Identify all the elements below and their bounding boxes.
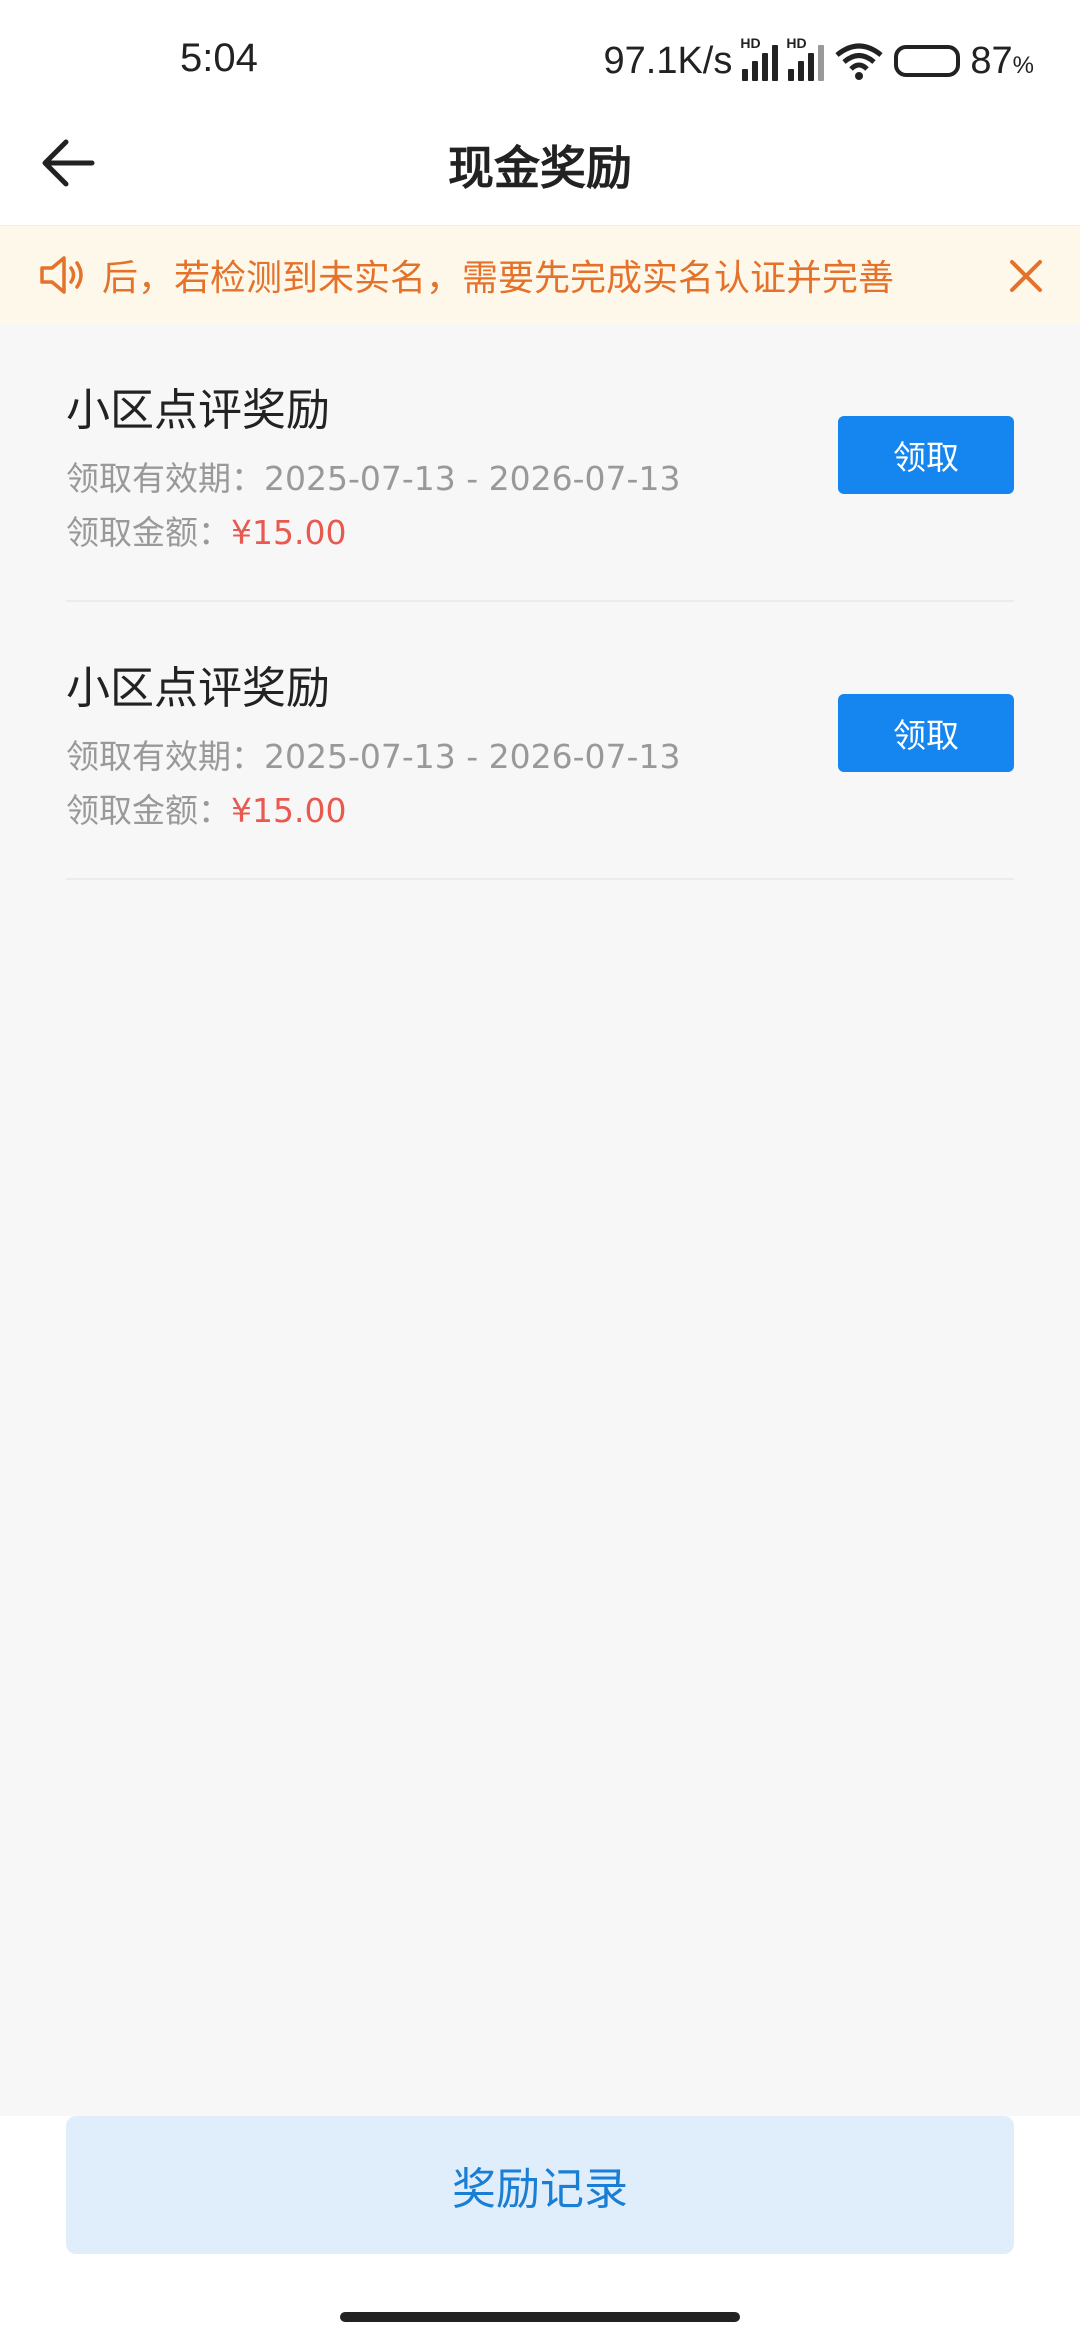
hd-label: HD <box>740 35 761 51</box>
period-label: 领取有效期： <box>66 737 264 776</box>
close-icon[interactable] <box>1002 252 1050 300</box>
amount-label: 领取金额： <box>66 791 231 830</box>
battery-level: 87% <box>970 39 1034 82</box>
reward-amount: 领取金额：¥15.00 <box>66 784 346 832</box>
signal-icon: HD <box>740 35 779 81</box>
page-title: 现金奖励 <box>448 141 632 195</box>
hd-label-2: HD <box>786 35 807 51</box>
app-header: 现金奖励 <box>0 122 1080 226</box>
status-indicators: 97.1K/s HD HD 87% <box>603 35 1035 86</box>
speaker-icon <box>40 256 83 294</box>
network-speed: 97.1K/s <box>603 39 733 82</box>
period-value: 2025-07-13 - 2026-07-13 <box>264 459 681 498</box>
reward-period: 领取有效期：2025-07-13 - 2026-07-13 <box>66 730 680 778</box>
period-label: 领取有效期： <box>66 459 264 498</box>
notice-text: 后，若检测到未实名，需要先完成实名认证并完善 <box>102 258 895 299</box>
notice-bar: 后，若检测到未实名，需要先完成实名认证并完善 <box>0 226 1080 324</box>
status-bar: 5:04 97.1K/s HD HD 87% <box>0 0 1080 122</box>
period-value: 2025-07-13 - 2026-07-13 <box>264 737 681 776</box>
wifi-icon <box>835 43 883 80</box>
claim-button[interactable]: 领取 <box>838 694 1014 772</box>
screen: 5:04 97.1K/s HD HD 87% 现金奖励 后，若检测到未实名，需要… <box>0 0 1080 2340</box>
reward-item: 小区点评奖励 领取有效期：2025-07-13 - 2026-07-13 领取金… <box>66 602 1014 880</box>
reward-title: 小区点评奖励 <box>66 663 330 714</box>
reward-record-button[interactable]: 奖励记录 <box>66 2116 1014 2254</box>
home-indicator[interactable] <box>340 2312 740 2322</box>
reward-amount: 领取金额：¥15.00 <box>66 506 346 554</box>
amount-label: 领取金额： <box>66 513 231 552</box>
bottom-bar: 奖励记录 <box>0 2116 1080 2340</box>
amount-value: ¥15.00 <box>231 513 347 552</box>
reward-period: 领取有效期：2025-07-13 - 2026-07-13 <box>66 452 680 500</box>
claim-button[interactable]: 领取 <box>838 416 1014 494</box>
reward-item: 小区点评奖励 领取有效期：2025-07-13 - 2026-07-13 领取金… <box>66 324 1014 602</box>
battery-icon <box>894 45 961 77</box>
amount-value: ¥15.00 <box>231 791 347 830</box>
reward-list: 小区点评奖励 领取有效期：2025-07-13 - 2026-07-13 领取金… <box>66 324 1014 880</box>
signal-icon-2: HD <box>786 35 825 81</box>
reward-title: 小区点评奖励 <box>66 385 330 436</box>
status-time: 5:04 <box>180 36 258 80</box>
